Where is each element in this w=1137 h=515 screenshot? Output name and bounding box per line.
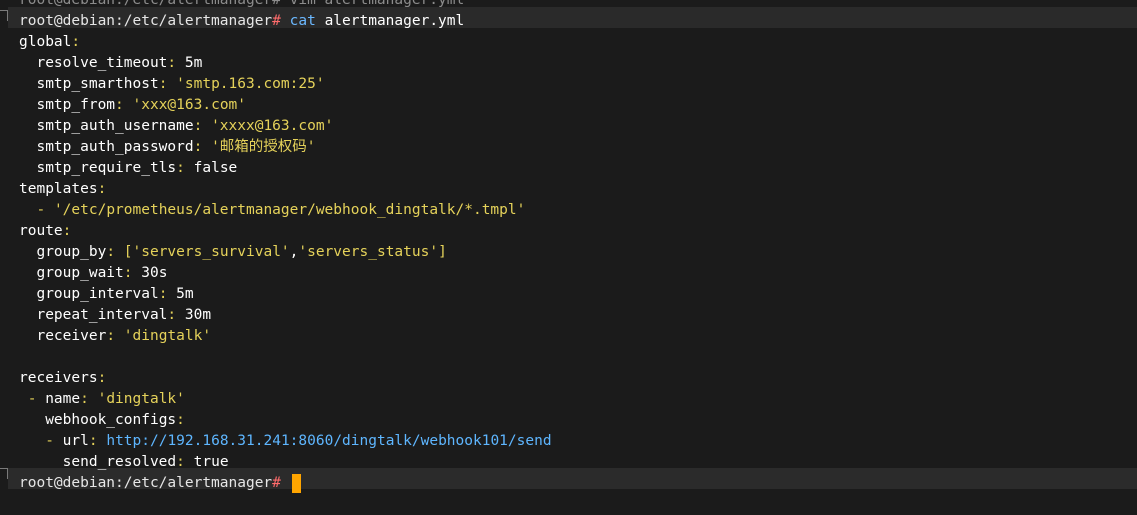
yaml-value: 5m [184,55,203,71]
yaml-line-receiver: receiver: 'dingtalk' [36,328,212,344]
prompt-path: root@debian:/etc/alertmanager [19,13,273,29]
yaml-value: 30m [184,307,212,323]
yaml-line-global: global: [19,34,81,50]
yaml-key: webhook_configs [45,412,177,428]
yaml-key: smtp_require_tls [36,160,177,176]
command-arg: alertmanager.yml [315,13,465,29]
yaml-value: 'dingtalk' [97,391,185,407]
yaml-key: group_by [36,244,107,260]
current-prompt-line[interactable]: root@debian:/etc/alertmanager# [19,473,1137,494]
scroll-marker [0,468,8,479]
yaml-line-smtp-auth-username: smtp_auth_username: 'xxxx@163.com' [36,118,334,134]
yaml-value: 'dingtalk' [123,328,212,344]
yaml-line-webhook-configs: webhook_configs: [45,412,185,428]
yaml-line-group-by: group_by: ['servers_survival','servers_s… [36,244,447,260]
yaml-key: smtp_smarthost [36,76,159,92]
yaml-line-route: route: [19,223,72,239]
yaml-bracket: ] [438,244,447,260]
yaml-value: 5m [176,286,194,302]
yaml-value: '邮箱的授权码' [211,139,316,155]
yaml-key: name [45,391,81,407]
scroll-marker [0,10,8,21]
yaml-key: global [19,34,72,50]
yaml-key: smtp_from [36,97,116,113]
yaml-key: resolve_timeout [36,55,168,71]
yaml-line-smtp-smarthost: smtp_smarthost: 'smtp.163.com:25' [36,76,325,92]
command-name: cat [289,13,316,29]
yaml-key: smtp_auth_username [36,118,194,134]
yaml-line-group-interval: group_interval: 5m [36,286,194,302]
yaml-key: repeat_interval [36,307,168,323]
yaml-line-template-item: - '/etc/prometheus/alertmanager/webhook_… [36,202,526,218]
yaml-value: 'servers_survival' [132,244,290,260]
yaml-key: smtp_auth_password [36,139,194,155]
yaml-key: receivers [19,370,98,386]
yaml-blank-line [19,347,1137,368]
yaml-value: 'xxx@163.com' [132,97,247,113]
yaml-line-send-resolved: send_resolved: true [62,454,229,470]
terminal-gutter [0,0,8,515]
yaml-key: group_interval [36,286,159,302]
yaml-value: 'xxxx@163.com' [211,118,334,134]
yaml-value: false [193,160,238,176]
yaml-line-resolve-timeout: resolve_timeout: 5m [36,55,203,71]
webhook-url-link[interactable]: http://192.168.31.241:8060/dingtalk/webh… [106,433,551,449]
yaml-line-templates: templates: [19,181,107,197]
yaml-line-smtp-from: smtp_from: 'xxx@163.com' [36,97,247,113]
yaml-bracket: [ [123,244,133,260]
yaml-line-group-wait: group_wait: 30s [36,265,168,281]
prompt-path: root@debian:/etc/alertmanager [19,475,273,491]
yaml-value: 30s [141,265,168,281]
yaml-value: 'servers_status' [298,244,439,260]
yaml-line-receivers: receivers: [19,370,107,386]
yaml-line-smtp-require-tls: smtp_require_tls: false [36,160,238,176]
terminal-output[interactable]: root@debian:/etc/alertmanager# vim alert… [19,0,1137,494]
text-cursor [291,473,301,493]
yaml-key: route [19,223,63,239]
prompt-symbol: # [272,475,281,491]
yaml-line-url: - url: http://192.168.31.241:8060/dingta… [45,433,552,449]
yaml-line-name: - name: 'dingtalk' [27,391,185,407]
yaml-key: receiver [36,328,107,344]
yaml-value: true [193,454,229,470]
yaml-value: 'smtp.163.com:25' [176,76,325,92]
yaml-key: url [62,433,89,449]
command-line: root@debian:/etc/alertmanager# cat alert… [19,11,1137,32]
yaml-line-repeat-interval: repeat_interval: 30m [36,307,212,323]
yaml-value: '/etc/prometheus/alertmanager/webhook_di… [53,202,526,218]
previous-command-line: root@debian:/etc/alertmanager# vim alert… [19,0,465,8]
yaml-key: group_wait [36,265,124,281]
prompt-symbol: # [272,13,281,29]
yaml-line-smtp-auth-password: smtp_auth_password: '邮箱的授权码' [36,139,316,155]
yaml-key: send_resolved [62,454,177,470]
yaml-key: templates [19,181,98,197]
